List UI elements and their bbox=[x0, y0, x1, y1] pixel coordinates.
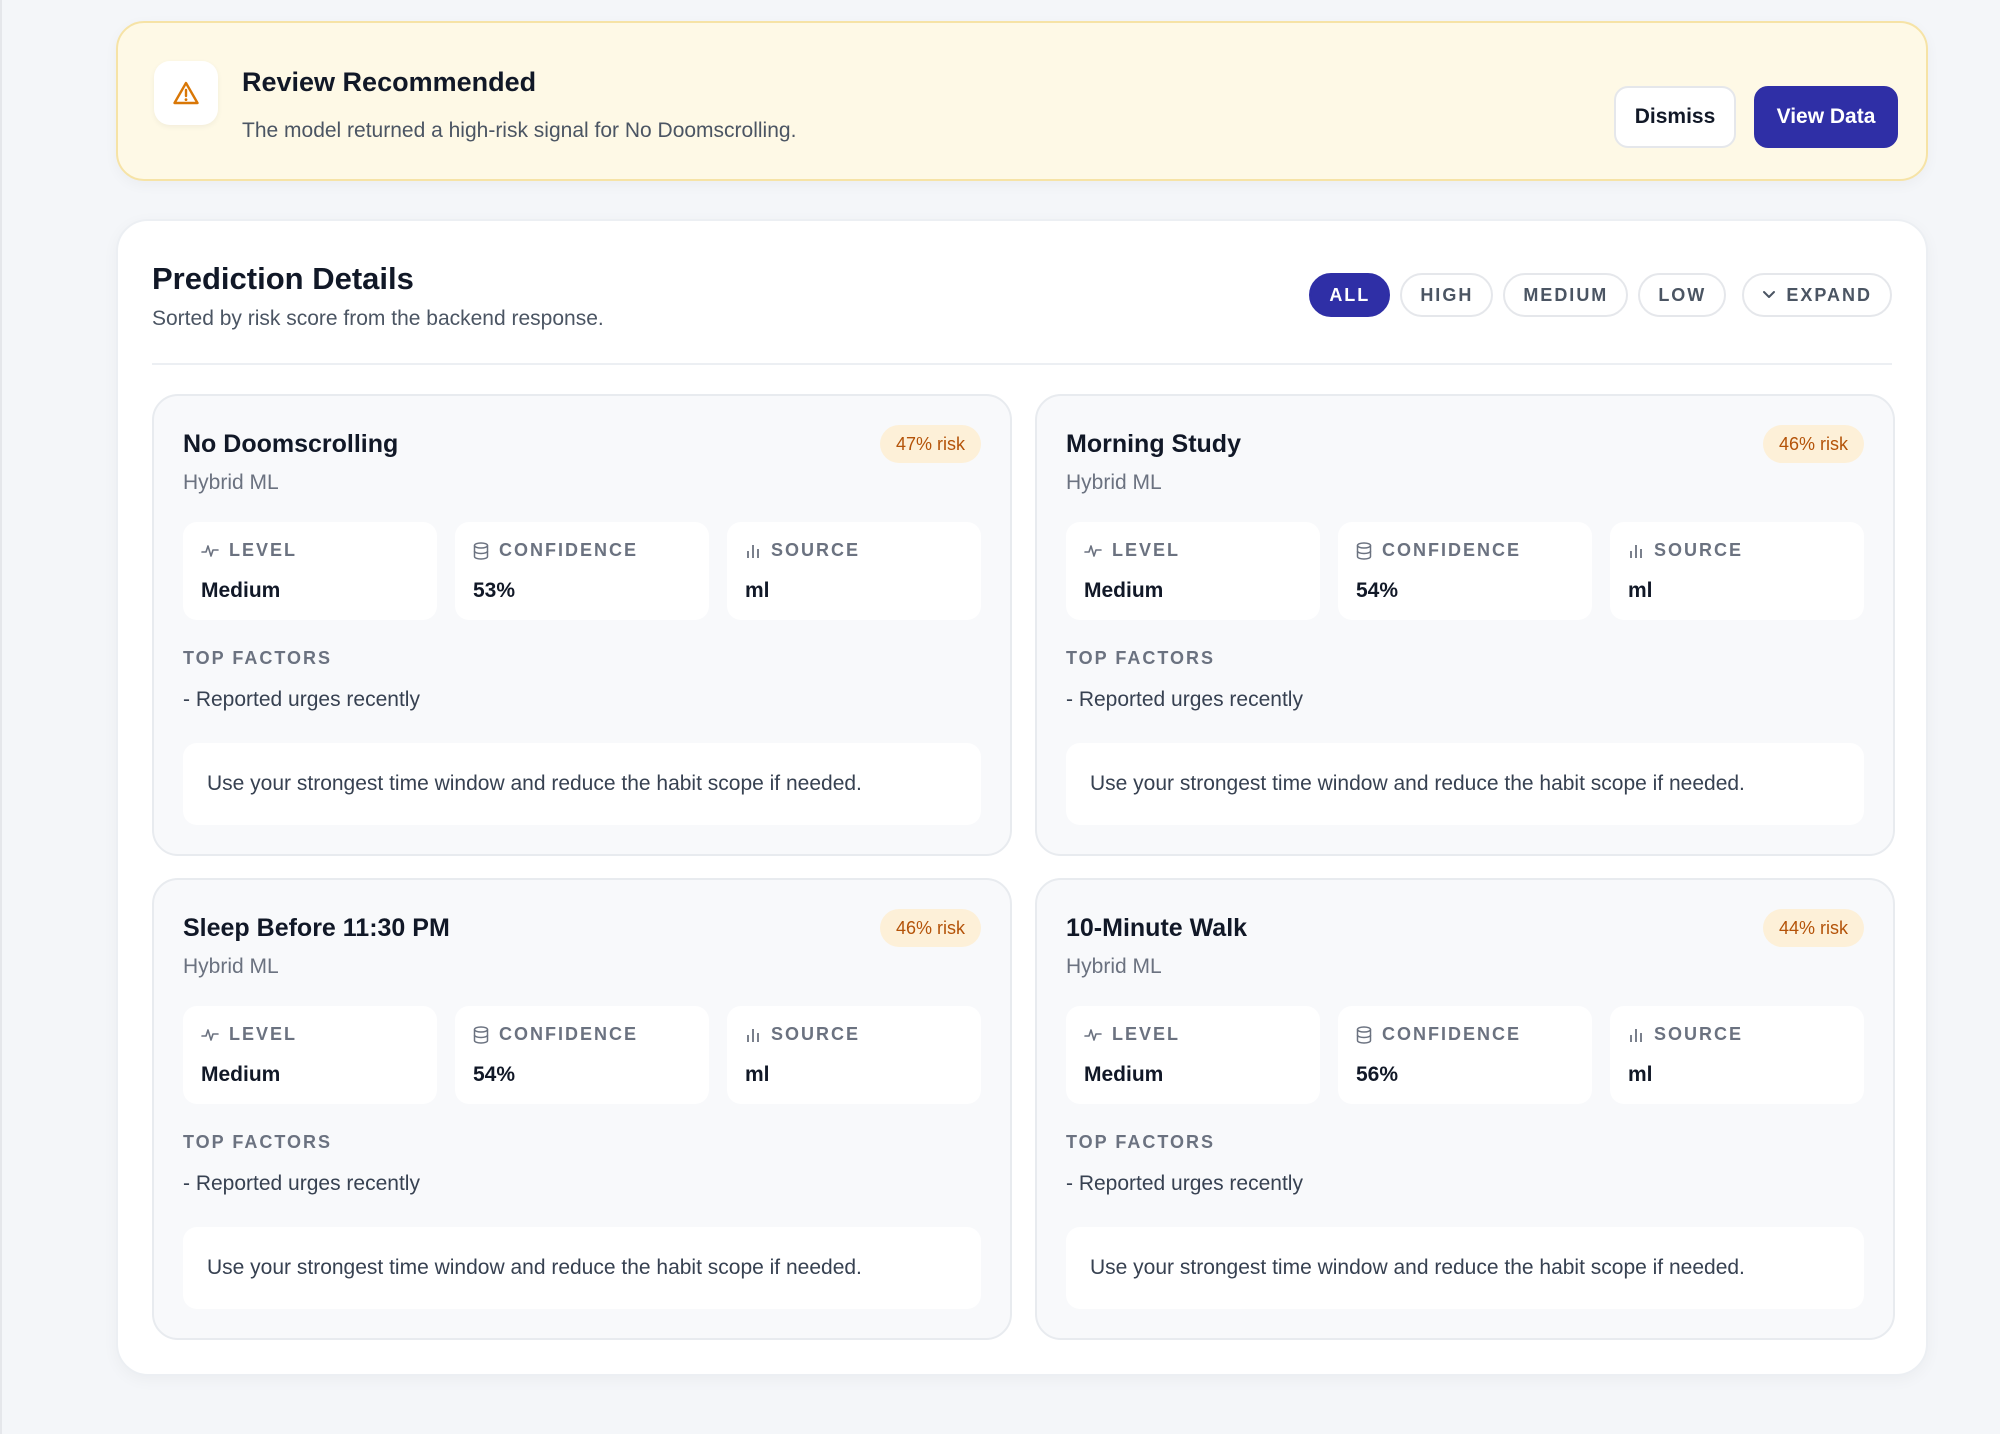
filter-high-chip[interactable]: HIGH bbox=[1400, 273, 1494, 317]
confidence-value: 54% bbox=[1356, 579, 1399, 602]
source-label: SOURCE bbox=[771, 1024, 861, 1044]
factor-item: - Reported urges recently bbox=[183, 688, 420, 711]
page-left-border bbox=[0, 0, 2, 1434]
model-name: Hybrid ML bbox=[183, 955, 279, 978]
factor-item: - Reported urges recently bbox=[1066, 688, 1303, 711]
model-name: Hybrid ML bbox=[1066, 955, 1162, 978]
top-factors-heading: TOP FACTORS bbox=[1066, 648, 1216, 668]
expand-button[interactable]: EXPAND bbox=[1742, 273, 1892, 317]
chevron-down-icon bbox=[1762, 290, 1776, 300]
risk-filter-group: ALL HIGH MEDIUM LOW EXPAND bbox=[1309, 273, 1892, 317]
view-data-button[interactable]: View Data bbox=[1754, 86, 1898, 148]
source-label: SOURCE bbox=[1654, 540, 1744, 560]
confidence-value: 53% bbox=[473, 579, 516, 602]
risk-badge: 46% risk bbox=[1762, 425, 1864, 463]
bar-chart-icon bbox=[1628, 543, 1644, 559]
source-label: SOURCE bbox=[771, 540, 861, 560]
bar-chart-icon bbox=[1628, 1027, 1644, 1043]
prediction-card: Morning Study Hybrid ML 46% risk LEVEL M… bbox=[1035, 394, 1895, 856]
level-stat: LEVEL Medium bbox=[183, 1006, 437, 1104]
habit-title: No Doomscrolling bbox=[183, 430, 399, 458]
confidence-value: 54% bbox=[473, 1063, 516, 1086]
risk-badge: 47% risk bbox=[879, 425, 981, 463]
risk-badge: 44% risk bbox=[1762, 909, 1864, 947]
filter-low-chip[interactable]: LOW bbox=[1638, 273, 1727, 317]
filter-all-chip[interactable]: ALL bbox=[1309, 273, 1391, 317]
level-stat: LEVEL Medium bbox=[1066, 522, 1320, 620]
confidence-label: CONFIDENCE bbox=[1382, 1024, 1522, 1044]
level-stat: LEVEL Medium bbox=[1066, 1006, 1320, 1104]
alert-message: The model returned a high-risk signal fo… bbox=[242, 119, 797, 142]
database-icon bbox=[1356, 1025, 1372, 1044]
top-factors-heading: TOP FACTORS bbox=[1066, 1132, 1216, 1152]
factor-item: - Reported urges recently bbox=[1066, 1172, 1303, 1195]
confidence-label: CONFIDENCE bbox=[499, 540, 639, 560]
level-value: Medium bbox=[201, 1063, 281, 1086]
habit-title: Morning Study bbox=[1066, 430, 1241, 458]
habit-title: 10-Minute Walk bbox=[1066, 914, 1248, 942]
database-icon bbox=[473, 1025, 489, 1044]
source-value: ml bbox=[745, 579, 770, 602]
warning-triangle-icon bbox=[154, 61, 218, 125]
level-value: Medium bbox=[1084, 579, 1164, 602]
activity-pulse-icon bbox=[201, 543, 219, 559]
confidence-stat: CONFIDENCE 56% bbox=[1338, 1006, 1592, 1104]
source-stat: SOURCE ml bbox=[727, 522, 981, 620]
level-label: LEVEL bbox=[229, 540, 298, 560]
confidence-stat: CONFIDENCE 54% bbox=[455, 1006, 709, 1104]
confidence-label: CONFIDENCE bbox=[1382, 540, 1522, 560]
habit-title: Sleep Before 11:30 PM bbox=[183, 914, 450, 942]
level-label: LEVEL bbox=[1112, 540, 1181, 560]
source-stat: SOURCE ml bbox=[1610, 522, 1864, 620]
confidence-label: CONFIDENCE bbox=[499, 1024, 639, 1044]
model-name: Hybrid ML bbox=[183, 471, 279, 494]
confidence-value: 56% bbox=[1356, 1063, 1399, 1086]
confidence-stat: CONFIDENCE 54% bbox=[1338, 522, 1592, 620]
alert-title: Review Recommended bbox=[242, 67, 537, 97]
stats-row: LEVEL Medium CONFIDENCE 54% SOURCE ml bbox=[1066, 522, 1864, 620]
bar-chart-icon bbox=[745, 1027, 761, 1043]
expand-label: EXPAND bbox=[1786, 284, 1872, 305]
database-icon bbox=[473, 541, 489, 560]
level-stat: LEVEL Medium bbox=[183, 522, 437, 620]
review-alert-banner: Review Recommended The model returned a … bbox=[116, 21, 1928, 181]
panel-divider bbox=[152, 363, 1892, 365]
top-factors-heading: TOP FACTORS bbox=[183, 1132, 333, 1152]
panel-title: Prediction Details bbox=[152, 261, 414, 296]
source-stat: SOURCE ml bbox=[1610, 1006, 1864, 1104]
prediction-card: No Doomscrolling Hybrid ML 47% risk LEVE… bbox=[152, 394, 1012, 856]
database-icon bbox=[1356, 541, 1372, 560]
activity-pulse-icon bbox=[1084, 543, 1102, 559]
activity-pulse-icon bbox=[1084, 1027, 1102, 1043]
source-value: ml bbox=[1628, 579, 1653, 602]
confidence-stat: CONFIDENCE 53% bbox=[455, 522, 709, 620]
filter-medium-chip[interactable]: MEDIUM bbox=[1503, 273, 1629, 317]
advice-box: Use your strongest time window and reduc… bbox=[1066, 743, 1864, 825]
stats-row: LEVEL Medium CONFIDENCE 53% SOURCE ml bbox=[183, 522, 981, 620]
prediction-card: 10-Minute Walk Hybrid ML 44% risk LEVEL … bbox=[1035, 878, 1895, 1340]
top-factors-heading: TOP FACTORS bbox=[183, 648, 333, 668]
level-value: Medium bbox=[1084, 1063, 1164, 1086]
advice-box: Use your strongest time window and reduc… bbox=[183, 1227, 981, 1309]
stats-row: LEVEL Medium CONFIDENCE 54% SOURCE ml bbox=[183, 1006, 981, 1104]
source-stat: SOURCE ml bbox=[727, 1006, 981, 1104]
factor-item: - Reported urges recently bbox=[183, 1172, 420, 1195]
source-value: ml bbox=[1628, 1063, 1653, 1086]
prediction-details-panel: Prediction Details Sorted by risk score … bbox=[116, 219, 1928, 1376]
level-label: LEVEL bbox=[1112, 1024, 1181, 1044]
prediction-card: Sleep Before 11:30 PM Hybrid ML 46% risk… bbox=[152, 878, 1012, 1340]
level-label: LEVEL bbox=[229, 1024, 298, 1044]
panel-subtitle: Sorted by risk score from the backend re… bbox=[152, 307, 604, 330]
source-label: SOURCE bbox=[1654, 1024, 1744, 1044]
activity-pulse-icon bbox=[201, 1027, 219, 1043]
risk-badge: 46% risk bbox=[879, 909, 981, 947]
advice-box: Use your strongest time window and reduc… bbox=[1066, 1227, 1864, 1309]
model-name: Hybrid ML bbox=[1066, 471, 1162, 494]
stats-row: LEVEL Medium CONFIDENCE 56% SOURCE ml bbox=[1066, 1006, 1864, 1104]
level-value: Medium bbox=[201, 579, 281, 602]
source-value: ml bbox=[745, 1063, 770, 1086]
dismiss-button[interactable]: Dismiss bbox=[1614, 86, 1736, 148]
bar-chart-icon bbox=[745, 543, 761, 559]
advice-box: Use your strongest time window and reduc… bbox=[183, 743, 981, 825]
